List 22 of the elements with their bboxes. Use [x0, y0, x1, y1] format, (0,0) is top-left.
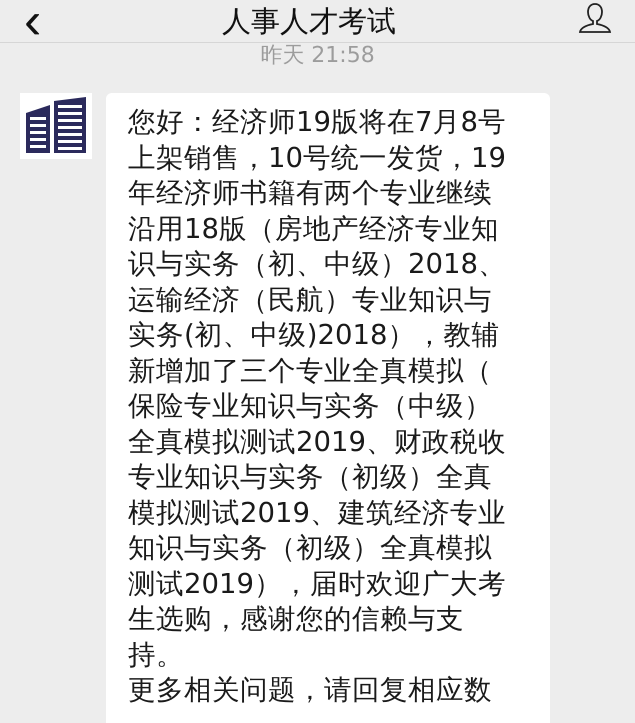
message-text: 专业知识与实务（初级）全真 [128, 460, 493, 495]
profile-icon[interactable] [576, 0, 613, 36]
message-text: 持。 [128, 638, 185, 672]
building-logo-icon [20, 93, 92, 159]
message-text: 运输经济（民航）专业知识与 [128, 282, 493, 318]
message-text: 新增加了三个专业全真模拟（ [128, 354, 493, 388]
message-text: 知识与实务（初级）全真模拟 [128, 531, 493, 566]
back-button[interactable]: ‹ [24, 1, 42, 41]
chat-title: 人事人才考试 [222, 3, 396, 39]
message-text: 保险专业知识与实务（中级） [128, 389, 493, 424]
message-text: 识与实务（初、中级）2018、 [128, 247, 507, 282]
message-text: 模拟测试2019、建筑经济专业 [128, 496, 507, 530]
message-text: 更多相关问题，请回复相应数 [128, 673, 493, 708]
message-text: 实务(初、中级)2018），教辅 [128, 318, 500, 353]
message-text: 上架销售，10号统一发货，19 [128, 140, 507, 176]
message-time: 昨天 21:58 [260, 43, 375, 69]
message-text: 全真模拟测试2019、财政税收 [128, 424, 507, 460]
message-text: 生选购，感谢您的信赖与支 [128, 602, 465, 637]
message-text: 年经济师书籍有两个专业继续 [128, 176, 493, 211]
message-text: 测试2019），届时欢迎广大考 [128, 566, 507, 602]
message-text: 沿用18版（房地产经济专业知 [128, 212, 500, 246]
message-text: 您好：经济师19版将在7月8号 [128, 105, 507, 140]
